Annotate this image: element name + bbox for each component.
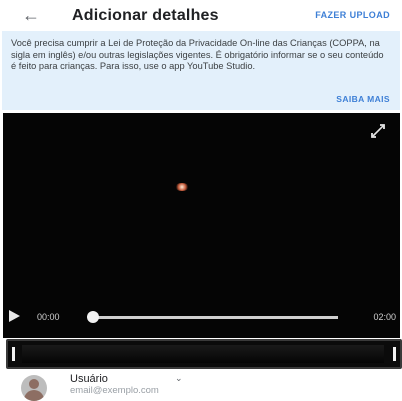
avatar: [21, 375, 47, 401]
trim-end-handle[interactable]: [393, 347, 396, 361]
account-selector[interactable]: Usuário ⌄ email@exemplo.com: [0, 370, 402, 401]
account-name: Usuário: [70, 373, 108, 385]
video-preview[interactable]: 00:00 02:00: [3, 113, 400, 338]
notice-text: Você precisa cumprir a Lei de Proteção d…: [11, 38, 384, 71]
video-light-spot: [175, 183, 189, 191]
current-time: 00:00: [37, 312, 60, 322]
chevron-down-icon[interactable]: ⌄: [175, 373, 183, 384]
seek-bar[interactable]: [93, 316, 338, 319]
coppa-notice: Você precisa cumprir a Lei de Proteção d…: [2, 31, 400, 110]
seek-handle[interactable]: [87, 311, 99, 323]
trim-timeline[interactable]: [6, 339, 402, 369]
play-icon[interactable]: [9, 310, 20, 322]
upload-button[interactable]: FAZER UPLOAD: [315, 10, 390, 20]
fullscreen-icon[interactable]: [370, 123, 386, 139]
account-email: email@exemplo.com: [70, 385, 159, 396]
page-title: Adicionar detalhes: [72, 7, 219, 24]
trim-start-handle[interactable]: [12, 347, 15, 361]
trim-frames: [22, 345, 384, 363]
back-arrow-icon[interactable]: ←: [22, 5, 40, 25]
avatar-head: [29, 379, 39, 389]
duration: 02:00: [373, 312, 396, 322]
app-header: ← Adicionar detalhes FAZER UPLOAD: [0, 0, 402, 30]
learn-more-link[interactable]: SAIBA MAIS: [336, 94, 390, 104]
